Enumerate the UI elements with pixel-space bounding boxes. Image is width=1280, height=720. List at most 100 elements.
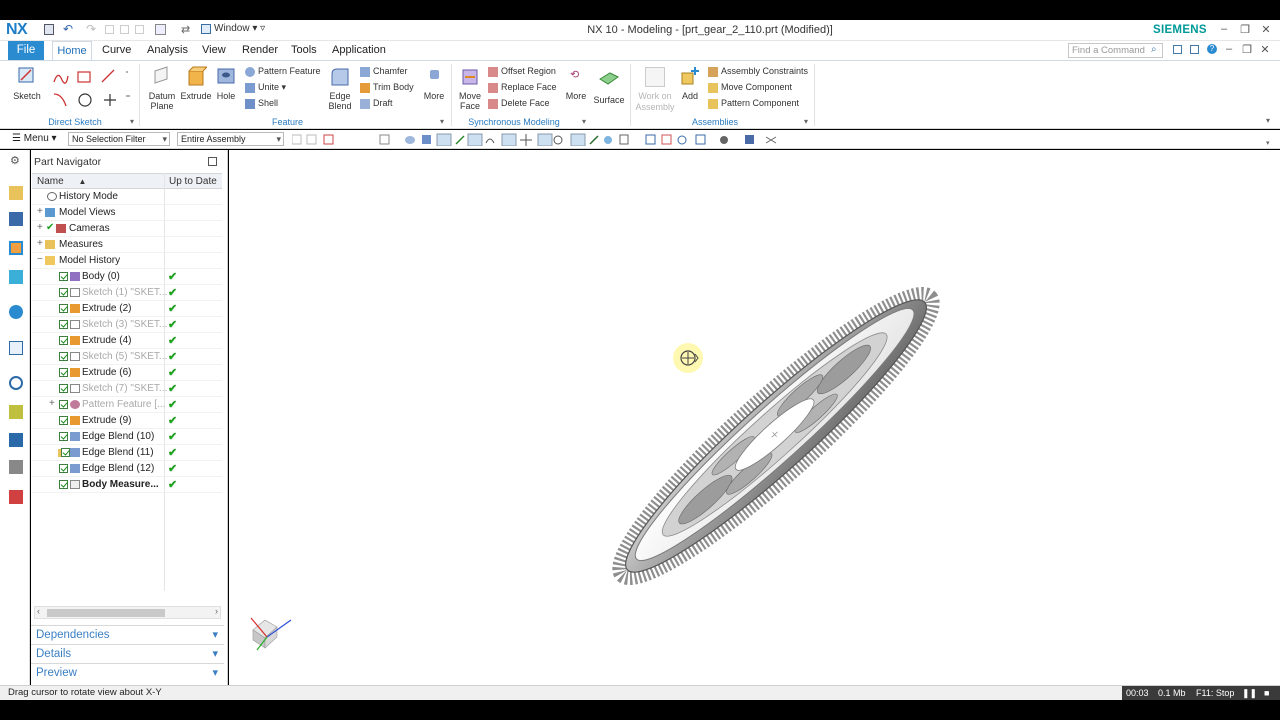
chamfer-button[interactable]: Chamfer (360, 64, 408, 78)
tree-row-history-mode[interactable]: History Mode (32, 189, 222, 205)
tree-row-measures[interactable]: + Measures (32, 237, 222, 253)
toolbar-options-icon[interactable]: ▾ (1266, 139, 1270, 147)
tree-row-feature[interactable]: Body Measure... ✔ (32, 477, 222, 493)
pattern-component-button[interactable]: Pattern Component (708, 96, 799, 110)
unite-button[interactable]: Unite ▾ (245, 80, 286, 94)
checkbox-icon[interactable] (59, 464, 68, 473)
datum-plane-button[interactable]: Datum Plane (145, 64, 179, 116)
doc-minimize-button[interactable]: – (1222, 43, 1236, 57)
tree-row-feature[interactable]: Edge Blend (12) ✔ (32, 461, 222, 477)
help-icon[interactable]: ? (1207, 44, 1217, 54)
manufacturing-wizards-icon[interactable] (9, 433, 23, 447)
web-browser-icon[interactable] (9, 341, 23, 355)
hole-button[interactable]: Hole (212, 64, 240, 116)
graphics-window[interactable] (229, 150, 1280, 685)
constraint-navigator-icon[interactable] (9, 212, 23, 226)
window-options-icon[interactable] (1173, 45, 1182, 54)
assembly-constraints-button[interactable]: Assembly Constraints (708, 64, 808, 78)
column-name-header[interactable]: Name ▲ (37, 176, 86, 187)
ribbon-options-icon[interactable]: ▾ (1266, 116, 1270, 125)
group-expand-icon[interactable]: ▾ (804, 117, 808, 126)
tree-row-model-history[interactable]: − Model History (32, 253, 222, 269)
extrude-button[interactable]: Extrude (180, 64, 212, 116)
search-icon[interactable]: ⌕ (1151, 44, 1157, 55)
close-button[interactable]: ✕ (1259, 23, 1273, 37)
find-command-input[interactable]: Find a Command (1068, 43, 1163, 58)
stop-icon[interactable]: ■ (1264, 688, 1269, 698)
tree-row-feature[interactable]: Body (0) ✔ (32, 269, 222, 285)
tree-row-feature[interactable]: Extrude (4) ✔ (32, 333, 222, 349)
reuse-library-icon[interactable] (9, 270, 23, 284)
pattern-feature-button[interactable]: Pattern Feature (245, 64, 321, 78)
tree-row-feature[interactable]: Sketch (3) "SKET... ✔ (32, 317, 222, 333)
trim-body-button[interactable]: Trim Body (360, 80, 414, 94)
move-face-button[interactable]: Move Face (455, 64, 485, 116)
column-uptodate-header[interactable]: Up to Date (169, 176, 217, 187)
checkbox-icon[interactable] (59, 480, 68, 489)
surface-button[interactable]: Surface (592, 64, 626, 116)
restore-button[interactable]: ❐ (1238, 23, 1252, 37)
tree-row-feature[interactable]: Sketch (1) "SKET... ✔ (32, 285, 222, 301)
tab-file[interactable]: File (8, 41, 44, 60)
expand-icon[interactable]: + (37, 222, 43, 233)
roles-icon[interactable] (9, 460, 23, 474)
scrollbar-thumb[interactable] (47, 609, 165, 617)
checkbox-icon[interactable] (59, 272, 68, 281)
part-navigator-icon[interactable] (9, 241, 23, 255)
checkbox-icon[interactable] (59, 400, 68, 409)
checkbox-icon[interactable] (59, 352, 68, 361)
doc-close-button[interactable]: ✕ (1258, 43, 1272, 57)
checkbox-icon[interactable] (59, 416, 68, 425)
checkbox-icon[interactable] (61, 448, 70, 457)
checkbox-icon[interactable] (59, 368, 68, 377)
tree-row-model-views[interactable]: + Model Views (32, 205, 222, 221)
tab-tools[interactable]: Tools (291, 41, 317, 60)
dependencies-panel[interactable]: Dependencies ▾ (31, 625, 224, 643)
tree-row-cameras[interactable]: + ✔ Cameras (32, 221, 222, 237)
collapse-icon[interactable]: − (37, 254, 43, 265)
tree-row-feature[interactable]: Edge Blend (10) ✔ (32, 429, 222, 445)
tab-analysis[interactable]: Analysis (147, 41, 188, 60)
menu-button[interactable]: ☰ Menu ▾ (12, 133, 57, 144)
scroll-right-icon[interactable]: › (215, 606, 218, 616)
expand-icon[interactable]: + (37, 238, 43, 249)
tab-application[interactable]: Application (332, 41, 386, 60)
expand-icon[interactable]: + (37, 206, 43, 217)
recording-stop-button[interactable]: F11: Stop (1196, 688, 1234, 698)
tree-row-feature[interactable]: Sketch (7) "SKET... ✔ (32, 381, 222, 397)
tab-render[interactable]: Render (242, 41, 278, 60)
expand-icon[interactable]: + (49, 398, 55, 409)
add-component-button[interactable]: Add (677, 64, 703, 116)
edge-blend-button[interactable]: Edge Blend (325, 64, 355, 116)
delete-face-button[interactable]: Delete Face (488, 96, 550, 110)
tree-row-feature[interactable]: Edge Blend (11) ✔ (32, 445, 222, 461)
system-scenes-icon[interactable] (9, 490, 23, 504)
tree-row-feature[interactable]: + Pattern Feature [... ✔ (32, 397, 222, 413)
process-studio-icon[interactable] (9, 405, 23, 419)
tab-home[interactable]: Home (52, 41, 92, 60)
assembly-navigator-icon[interactable] (9, 186, 23, 200)
selection-tool-icons[interactable] (292, 133, 792, 146)
group-expand-icon[interactable]: ▾ (130, 117, 134, 126)
group-expand-icon[interactable]: ▾ (582, 117, 586, 126)
sketch-curve-icons[interactable] (52, 68, 132, 112)
checkbox-icon[interactable] (59, 320, 68, 329)
checkbox-icon[interactable] (59, 384, 68, 393)
selection-filter-dropdown[interactable]: No Selection Filter (68, 132, 170, 146)
selection-scope-dropdown[interactable]: Entire Assembly (177, 132, 284, 146)
replace-face-button[interactable]: Replace Face (488, 80, 557, 94)
group-expand-icon[interactable]: ▾ (440, 117, 444, 126)
history-icon[interactable] (9, 376, 23, 390)
tree-row-feature[interactable]: Extrude (9) ✔ (32, 413, 222, 429)
tab-curve[interactable]: Curve (102, 41, 131, 60)
preview-panel[interactable]: Preview ▾ (31, 663, 224, 681)
tree-row-feature[interactable]: Extrude (2) ✔ (32, 301, 222, 317)
minimize-button[interactable]: – (1217, 23, 1231, 37)
navigator-pin-icon[interactable] (208, 157, 217, 166)
checkbox-icon[interactable] (59, 304, 68, 313)
draft-button[interactable]: Draft (360, 96, 393, 110)
gear-icon[interactable]: ⚙ (10, 154, 20, 167)
offset-region-button[interactable]: Offset Region (488, 64, 556, 78)
layout-icon[interactable] (1190, 45, 1199, 54)
checkbox-icon[interactable] (59, 336, 68, 345)
